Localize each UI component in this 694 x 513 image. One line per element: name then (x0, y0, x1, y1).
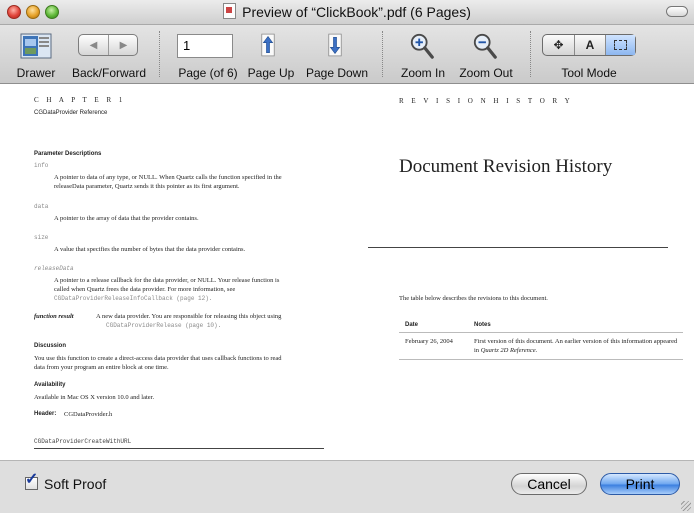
zoom-out-button[interactable]: Zoom Out (453, 28, 519, 82)
forward-arrow-icon: ▶ (119, 39, 128, 51)
toolbar-separator (530, 31, 532, 77)
table-bottom-rule (399, 359, 683, 360)
back-arrow-icon: ◀ (89, 39, 98, 51)
availability-heading: Availability (34, 382, 66, 388)
param-info-name: info (34, 162, 49, 169)
marquee-select-icon (614, 40, 627, 50)
right-page: R E V I S I O N H I S T O R Y Document R… (368, 84, 694, 460)
revision-eyebrow: R E V I S I O N H I S T O R Y (399, 97, 573, 105)
tool-mode-label: Tool Mode (561, 66, 617, 80)
toolbar-separator (382, 31, 384, 77)
zoom-out-label: Zoom Out (459, 66, 513, 80)
page-of-label: Page (of 6) (178, 66, 238, 80)
back-forward-control: ◀ ▶ Back/Forward (66, 28, 152, 82)
param-release-desc-1: A pointer to a release callback for the … (54, 277, 280, 284)
soft-proof-label[interactable]: Soft Proof (44, 476, 106, 492)
page-up-label: Page Up (247, 66, 295, 80)
function-result-desc-1: A new data provider. You are responsible… (96, 313, 282, 320)
chapter-eyebrow: C H A P T E R 1 (34, 96, 126, 104)
function-result-label: function result (34, 313, 74, 320)
revision-title: Document Revision History (399, 156, 613, 177)
drawer-button[interactable]: Drawer (10, 28, 62, 82)
discussion-text-2: data from your program an entire block a… (34, 364, 169, 371)
window-title-group: Preview of “ClickBook”.pdf (6 Pages) (0, 3, 694, 20)
page-number-control: 1 Page (of 6) (174, 28, 242, 82)
next-function-name: CGDataProviderCreateWithURL (34, 438, 132, 445)
param-size-desc: A value that specifies the number of byt… (54, 246, 246, 253)
param-info-desc-2: releaseData parameter, Quartz sends it t… (54, 183, 240, 190)
zoom-in-label: Zoom In (400, 66, 445, 80)
param-info-desc-1: A pointer to data of any type, or NULL. … (54, 174, 282, 181)
text-tool-icon: A (585, 38, 595, 52)
availability-text: Available in Mac OS X version 10.0 and l… (34, 394, 155, 401)
discussion-heading: Discussion (34, 343, 67, 349)
table-row-notes-2: in Quartz 2D Reference. (474, 347, 537, 354)
cancel-button[interactable]: Cancel (511, 473, 587, 495)
param-release-name: releaseData (34, 265, 74, 272)
page-up-icon (261, 33, 275, 57)
tool-mode-segment: ✥ A (542, 34, 636, 56)
select-tool-button[interactable] (606, 35, 635, 55)
table-header-date: Date (405, 322, 419, 328)
text-tool-button[interactable]: A (575, 35, 606, 55)
print-button[interactable]: Print (600, 473, 680, 495)
resize-grip-icon[interactable] (681, 501, 691, 511)
checkmark-icon: ✓ (25, 471, 39, 488)
soft-proof-checkbox[interactable]: ✓ (25, 472, 38, 490)
page-down-button[interactable]: Page Down (304, 28, 370, 82)
tool-mode-control: ✥ A Tool Mode (542, 28, 636, 82)
page-down-label: Page Down (305, 66, 369, 80)
param-size-name: size (34, 234, 49, 241)
forward-button[interactable]: ▶ (109, 35, 138, 55)
document-view[interactable]: C H A P T E R 1 CGDataProvider Reference… (0, 84, 694, 460)
title-rule (368, 247, 668, 248)
param-release-desc-2: called when Quartz frees the data provid… (54, 286, 236, 293)
revision-intro: The table below describes the revisions … (399, 295, 548, 302)
preview-window: Preview of “ClickBook”.pdf (6 Pages) Dra… (0, 0, 694, 513)
table-row-notes-prefix: in (474, 347, 480, 354)
page-number-field[interactable]: 1 (177, 34, 233, 58)
table-header-rule (399, 332, 683, 333)
back-forward-label: Back/Forward (71, 66, 147, 80)
back-forward-segment: ◀ ▶ (78, 34, 138, 56)
zoom-out-icon (473, 33, 497, 59)
table-header-notes: Notes (474, 322, 491, 328)
table-row-date: February 26, 2004 (405, 338, 453, 345)
param-data-name: data (34, 203, 49, 210)
table-row-notes-ref: Quartz 2D Reference. (480, 347, 538, 354)
zoom-in-button[interactable]: Zoom In (395, 28, 451, 82)
toolbar-separator (159, 31, 161, 77)
toolbar-toggle-button[interactable] (666, 6, 688, 17)
move-tool-icon: ✥ (553, 38, 564, 52)
page-down-icon (328, 33, 342, 57)
header-label: Header: (34, 411, 57, 417)
param-heading: Parameter Descriptions (34, 151, 102, 157)
left-page: C H A P T E R 1 CGDataProvider Reference… (20, 84, 368, 460)
function-result-desc-2: CGDataProviderRelease (page 10). (106, 322, 222, 329)
pdf-document-icon (223, 3, 237, 19)
chapter-subtitle: CGDataProvider Reference (34, 110, 108, 116)
window-title: Preview of “ClickBook”.pdf (6 Pages) (242, 4, 471, 20)
drawer-icon (20, 33, 52, 59)
param-release-desc-3: CGDataProviderReleaseInfoCallback (page … (54, 295, 213, 302)
page-up-button[interactable]: Page Up (246, 28, 296, 82)
table-row-notes-1: First version of this document. An earli… (474, 338, 678, 345)
discussion-text-1: You use this function to create a direct… (34, 355, 282, 362)
zoom-in-icon (410, 33, 434, 59)
param-data-desc: A pointer to the array of data that the … (54, 215, 199, 222)
bottom-bar: ✓ Soft Proof Cancel Print (0, 460, 694, 513)
title-bar[interactable]: Preview of “ClickBook”.pdf (6 Pages) (0, 0, 694, 25)
header-value: CGDataProvider.h (64, 411, 113, 418)
move-tool-button[interactable]: ✥ (543, 35, 575, 55)
toolbar: Drawer ◀ ▶ Back/Forward 1 Page (of 6) Pa… (0, 25, 694, 84)
section-rule (34, 448, 324, 449)
back-button[interactable]: ◀ (79, 35, 109, 55)
drawer-label: Drawer (16, 66, 56, 80)
